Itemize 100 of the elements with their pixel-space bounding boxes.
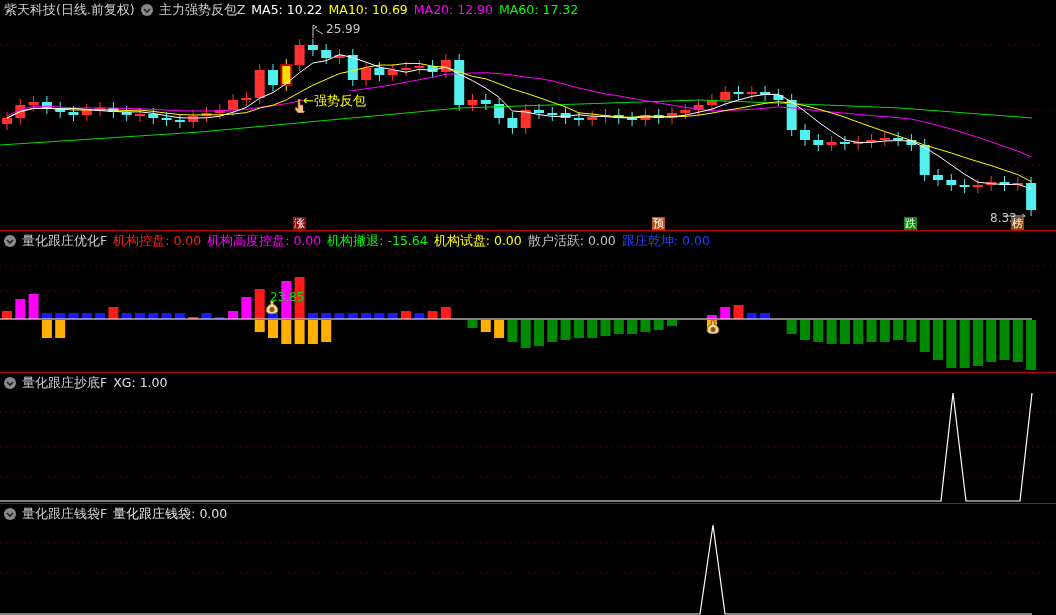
histogram-bar [467, 320, 478, 328]
candlestick [773, 88, 784, 107]
histogram-bar [534, 320, 544, 346]
candlestick [746, 85, 757, 101]
candlestick [68, 105, 79, 122]
candlestick [161, 111, 172, 127]
candlestick [480, 93, 491, 111]
candlestick [321, 43, 332, 65]
histogram-bar [174, 313, 185, 319]
candlestick [454, 53, 465, 112]
histogram-bar [746, 313, 757, 319]
candlestick [986, 175, 997, 192]
candlestick [667, 106, 677, 125]
histogram-bar [839, 320, 850, 344]
candlestick [294, 38, 305, 72]
histogram-bar [959, 320, 970, 368]
candlestick [560, 106, 571, 125]
histogram-bar [613, 320, 624, 334]
candlestick [640, 108, 651, 127]
histogram-bar [347, 313, 358, 319]
moving-average-value: MA60: 17.32 [499, 0, 579, 19]
histogram-bar [786, 320, 797, 334]
candlestick [28, 95, 39, 112]
candlestick [81, 103, 92, 122]
histogram-bar [733, 305, 744, 319]
histogram-bar [28, 294, 39, 319]
candlestick [933, 168, 943, 187]
moving-average-value: MA5: 10.22 [251, 0, 323, 19]
candlestick [720, 85, 731, 107]
candlestick [1012, 176, 1023, 192]
histogram-bar [387, 313, 398, 319]
indicator-value: 量化跟庄钱袋: 0.00 [113, 504, 228, 523]
histogram-bar [986, 320, 997, 362]
candlestick [826, 135, 837, 152]
panel-title: 量化跟庄优化F [22, 231, 108, 250]
histogram-bar [893, 320, 904, 340]
candlestick [467, 93, 478, 112]
candlestick [906, 133, 917, 152]
histogram-bar [972, 320, 983, 366]
candlestick [760, 85, 771, 102]
histogram-bar [1026, 320, 1037, 370]
indicator-value: XG: 1.00 [113, 373, 168, 392]
dropdown-icon[interactable] [140, 4, 153, 16]
candlestick [587, 110, 598, 127]
candlestick [121, 105, 132, 122]
candlestick [1026, 176, 1037, 217]
candlestick [706, 93, 717, 112]
candlestick [148, 107, 159, 125]
stock-title: 紫天科技(日线.前复权) [4, 0, 135, 19]
histogram-bar [667, 320, 677, 326]
dropdown-icon[interactable] [4, 508, 16, 520]
candlestick [520, 103, 531, 135]
candlestick [307, 38, 318, 57]
candlestick [254, 63, 265, 105]
high-price-label: 25.99 [326, 21, 361, 38]
moving-average-value: MA20: 12.90 [413, 0, 493, 19]
histogram-bar [587, 320, 598, 338]
signal-badge: 预 [651, 217, 665, 230]
histogram-bar [560, 320, 571, 340]
candlestick [534, 103, 544, 120]
histogram-bar [108, 307, 119, 319]
histogram-bar [81, 313, 92, 319]
candlestick [853, 135, 864, 151]
moving-average-value: MA10: 10.69 [328, 0, 408, 19]
candlestick [813, 133, 824, 152]
dropdown-icon[interactable] [4, 377, 16, 389]
histogram-bar [480, 320, 491, 332]
histogram-bar [640, 320, 651, 332]
candlestick [201, 106, 212, 123]
candlestick [573, 111, 584, 127]
candlestick [228, 93, 239, 117]
candlestick [280, 58, 293, 92]
candlestick [214, 103, 225, 120]
histogram-bar [800, 320, 810, 340]
histogram-bar [573, 320, 584, 338]
histogram-bar [2, 311, 12, 319]
histogram-bar [999, 320, 1010, 360]
histogram-bar [813, 320, 824, 342]
candlestick [387, 63, 398, 82]
panel-title: 量化跟庄抄底F [22, 373, 108, 392]
signal-badge: 涨 [292, 217, 306, 230]
indicator-value: 机构高度控盘: 0.00 [207, 231, 322, 250]
histogram-bar [15, 299, 26, 319]
candlestick [627, 111, 638, 127]
candlestick [268, 63, 278, 92]
indicator-value: 机构控盘: 0.00 [113, 231, 202, 250]
histogram-bar [494, 320, 505, 338]
candlestick [786, 93, 797, 137]
histogram-bar [427, 311, 438, 319]
candlestick [2, 111, 12, 131]
candlestick [800, 123, 810, 147]
candlestick [879, 131, 890, 147]
indicator-name: 主力强势反包Z [158, 0, 246, 19]
dropdown-icon[interactable] [4, 235, 16, 247]
candlestick [55, 101, 66, 119]
histogram-bar [161, 313, 172, 319]
histogram-bar [653, 320, 664, 330]
candlestick [41, 95, 52, 115]
histogram-bar [414, 313, 425, 319]
candlestick [653, 108, 664, 125]
